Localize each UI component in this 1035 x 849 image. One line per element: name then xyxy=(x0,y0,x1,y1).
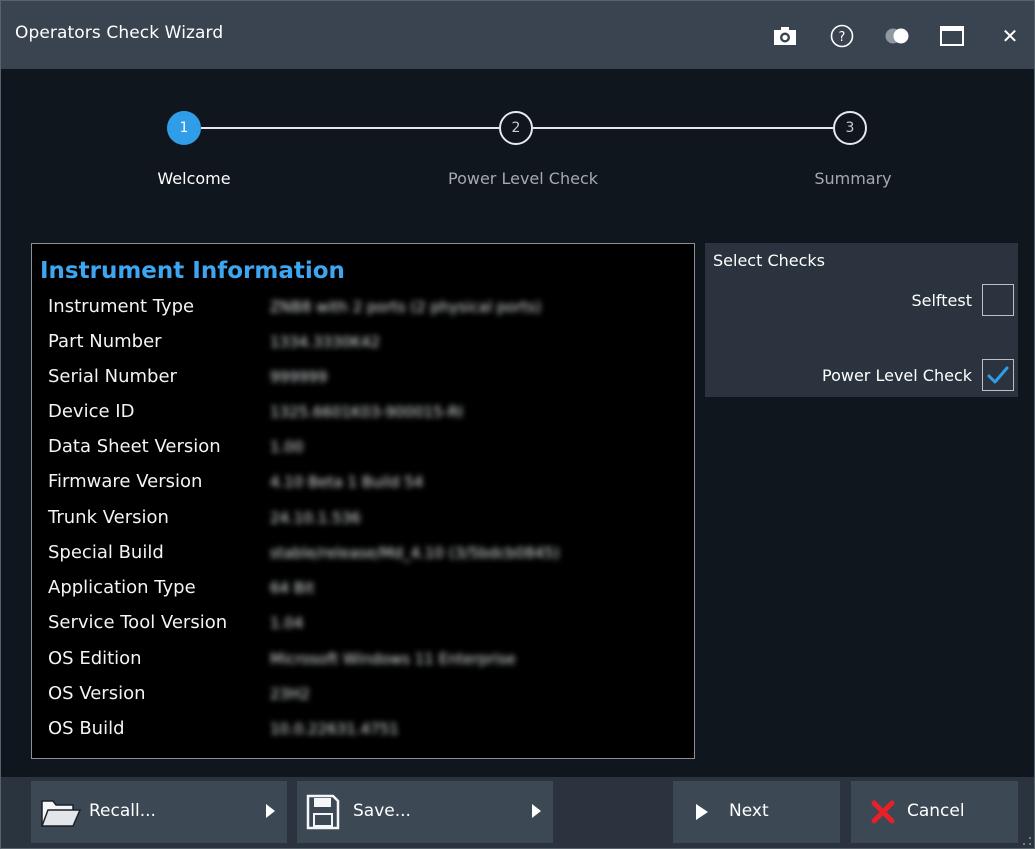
step-1-circle[interactable]: 1 xyxy=(167,111,201,145)
info-row: Service Tool Version 1.04 xyxy=(48,610,688,640)
folder-open-icon xyxy=(40,793,82,829)
info-key: Device ID xyxy=(48,401,135,422)
power-level-checkbox[interactable] xyxy=(982,359,1014,391)
toggle-icon[interactable] xyxy=(881,21,913,51)
info-value: 24.10.1.536 xyxy=(270,509,361,527)
info-value: 1.00 xyxy=(270,438,304,456)
help-icon[interactable]: ? xyxy=(826,21,858,51)
info-value: 999999 xyxy=(270,368,328,386)
info-row: OS Version 23H2 xyxy=(48,681,688,711)
title-bar: Operators Check Wizard ? ✕ xyxy=(1,1,1034,69)
resize-grip-icon[interactable] xyxy=(1022,836,1032,846)
save-submenu-arrow-icon xyxy=(532,804,541,818)
info-key: Firmware Version xyxy=(48,471,203,492)
info-row: Trunk Version 24.10.1.536 xyxy=(48,505,688,535)
step-connector xyxy=(533,127,833,129)
info-value: 4.10 Beta 1 Build 54 xyxy=(270,473,424,491)
floppy-disk-icon xyxy=(306,794,340,830)
info-key: Part Number xyxy=(48,331,162,352)
info-key: Serial Number xyxy=(48,366,177,387)
step-1-label: Welcome xyxy=(157,169,231,188)
info-value: 1.04 xyxy=(270,614,304,632)
info-key: OS Edition xyxy=(48,648,142,669)
maximize-icon[interactable] xyxy=(936,21,968,51)
info-value: stable/release/Md_4.10 (3/5bdcb0845) xyxy=(270,544,560,562)
info-value: ZNB8 with 2 ports (2 physical ports) xyxy=(270,298,542,316)
wizard-steps: 1 2 3 Welcome Power Level Check Summary xyxy=(1,69,1034,229)
power-level-check-row[interactable]: Power Level Check xyxy=(822,357,1018,393)
instrument-information-title: Instrument Information xyxy=(40,258,345,284)
instrument-information-panel: Instrument Information Instrument Type Z… xyxy=(31,243,695,759)
play-arrow-icon xyxy=(695,804,709,820)
save-button[interactable]: Save... xyxy=(297,781,553,843)
info-row: Serial Number 999999 xyxy=(48,364,688,394)
info-key: Trunk Version xyxy=(48,507,169,528)
info-value: 10.0.22631.4751 xyxy=(270,720,399,738)
info-row: Firmware Version 4.10 Beta 1 Build 54 xyxy=(48,469,688,499)
operators-check-wizard-window: Operators Check Wizard ? ✕ 1 2 3 Welcome… xyxy=(0,0,1035,849)
info-row: Instrument Type ZNB8 with 2 ports (2 phy… xyxy=(48,294,688,324)
info-row: OS Edition Microsoft Windows 11 Enterpri… xyxy=(48,646,688,676)
info-value: 1334.3330K42 xyxy=(270,333,381,351)
next-button[interactable]: Next xyxy=(673,781,840,843)
info-key: Instrument Type xyxy=(48,296,195,317)
camera-icon[interactable] xyxy=(769,21,801,51)
select-checks-panel: Select Checks Selftest Power Level Check xyxy=(705,243,1018,397)
info-key: Application Type xyxy=(48,577,196,598)
step-connector xyxy=(201,127,499,129)
info-key: Data Sheet Version xyxy=(48,436,221,457)
selftest-label: Selftest xyxy=(911,290,972,310)
recall-submenu-arrow-icon xyxy=(266,804,275,818)
info-key: Special Build xyxy=(48,542,164,563)
step-3-circle[interactable]: 3 xyxy=(833,111,867,145)
cancel-x-icon xyxy=(871,800,895,824)
help-glyph: ? xyxy=(839,30,846,45)
info-row: Part Number 1334.3330K42 xyxy=(48,329,688,359)
next-label: Next xyxy=(729,801,769,821)
info-row: OS Build 10.0.22631.4751 xyxy=(48,716,688,746)
step-3-label: Summary xyxy=(814,169,892,188)
info-row: Application Type 64 Bit xyxy=(48,575,688,605)
selftest-check-row[interactable]: Selftest xyxy=(911,282,1018,318)
checkmark-icon xyxy=(987,366,1009,384)
close-icon[interactable]: ✕ xyxy=(994,21,1026,51)
info-row: Data Sheet Version 1.00 xyxy=(48,434,688,464)
info-value: 23H2 xyxy=(270,685,310,703)
step-2-circle[interactable]: 2 xyxy=(499,111,533,145)
step-2-label: Power Level Check xyxy=(448,169,598,188)
info-key: Service Tool Version xyxy=(48,612,228,633)
wizard-footer: Recall... Save... Next Cancel xyxy=(1,777,1034,848)
info-value: 1325.6601K03-900015-RI xyxy=(270,403,463,421)
save-label: Save... xyxy=(353,801,411,821)
cancel-button[interactable]: Cancel xyxy=(851,781,1018,843)
info-row: Device ID 1325.6601K03-900015-RI xyxy=(48,399,688,429)
power-level-check-label: Power Level Check xyxy=(822,365,972,385)
info-value: 64 Bit xyxy=(270,579,315,597)
recall-button[interactable]: Recall... xyxy=(31,781,287,843)
recall-label: Recall... xyxy=(89,801,156,821)
info-key: OS Version xyxy=(48,683,146,704)
select-checks-title: Select Checks xyxy=(713,251,825,270)
info-row: Special Build stable/release/Md_4.10 (3/… xyxy=(48,540,688,570)
info-key: OS Build xyxy=(48,718,125,739)
cancel-label: Cancel xyxy=(907,801,965,821)
wizard-content: Instrument Information Instrument Type Z… xyxy=(1,229,1034,777)
selftest-checkbox[interactable] xyxy=(982,284,1014,316)
window-title: Operators Check Wizard xyxy=(15,23,224,43)
info-value: Microsoft Windows 11 Enterprise xyxy=(270,650,516,668)
